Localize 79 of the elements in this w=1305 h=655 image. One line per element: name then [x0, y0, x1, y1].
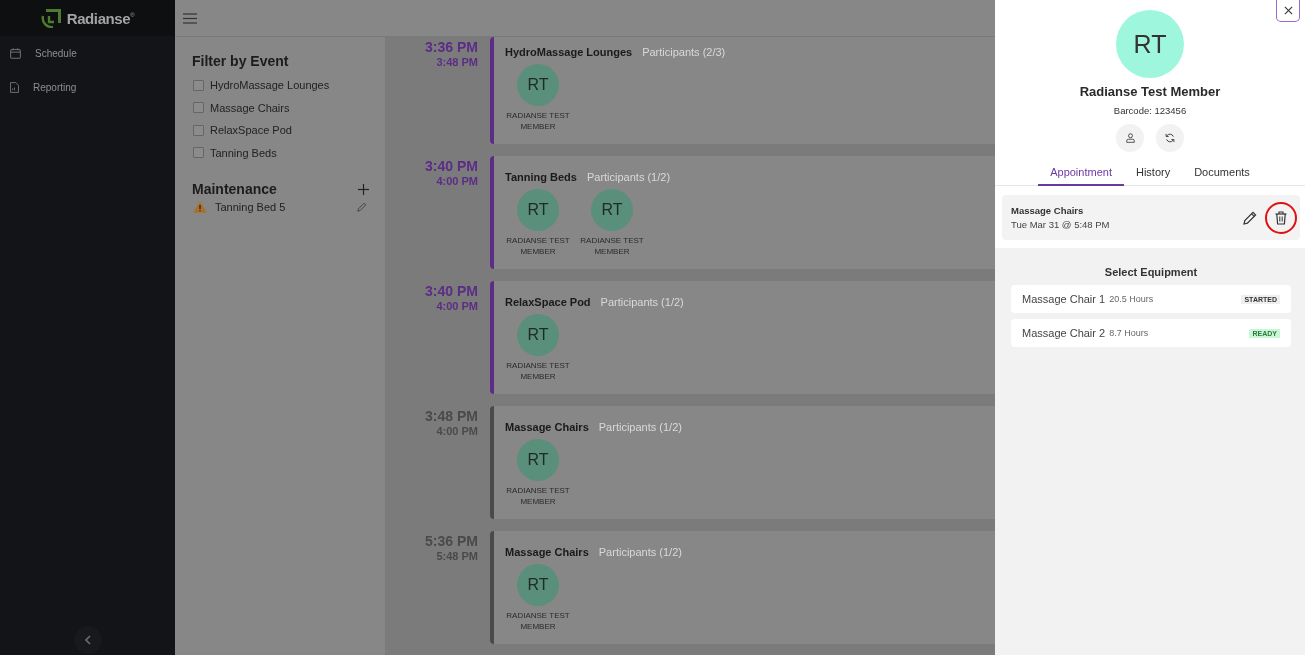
equipment-hours: 8.7 Hours	[1109, 328, 1149, 338]
delete-button[interactable]	[1265, 201, 1297, 234]
nav-item[interactable]: Reporting	[0, 70, 175, 104]
chevron-left-icon	[84, 635, 91, 645]
event-title: RelaxSpace Pod	[505, 295, 591, 310]
section-title: Select Equipment	[1103, 266, 1199, 278]
member-avatar[interactable]: RT	[517, 64, 559, 106]
document-icon	[10, 81, 19, 93]
end-time: 4:00 PM	[436, 299, 478, 313]
member-avatar[interactable]: RT	[517, 439, 559, 481]
participant-count: Participants (2/3)	[642, 45, 726, 60]
plus-icon	[358, 183, 369, 195]
tab[interactable]: Documents	[1182, 161, 1262, 186]
member-avatar[interactable]: RT	[517, 314, 559, 356]
event-title: Massage Chairs	[505, 420, 589, 435]
pencil-icon	[1243, 210, 1257, 225]
member-name: RADIANSE TEST MEMBER	[505, 610, 571, 632]
equipment-name: Massage Chair 1	[1022, 293, 1106, 305]
pencil-icon	[357, 202, 367, 212]
refresh-icon	[1165, 133, 1175, 143]
close-button[interactable]	[1276, 0, 1300, 22]
checkbox[interactable]	[193, 79, 204, 91]
warning-icon	[193, 201, 207, 213]
member-name: Radianse Test Member	[1079, 84, 1221, 100]
event-title: Massage Chairs	[505, 545, 589, 560]
checkbox[interactable]	[193, 124, 204, 136]
calendar-icon	[10, 47, 21, 59]
appointment-card[interactable]: Tanning Beds Participants (1/2) RT RADIANSE TEST MEMBER RT RADIANSE TEST MEMBER	[490, 156, 995, 269]
event-title: Tanning Beds	[505, 170, 577, 185]
participant-count: Participants (1/2)	[586, 170, 671, 185]
maintenance-item-label: Tanning Bed 5	[215, 201, 286, 213]
member-name: RADIANSE TEST MEMBER	[505, 485, 571, 507]
member-name: RADIANSE TEST MEMBER	[505, 235, 571, 257]
barcode-text: Barcode: 123456	[1113, 105, 1187, 117]
member-name: RADIANSE TEST MEMBER	[579, 235, 645, 257]
section-title: Filter by Event	[192, 52, 290, 70]
menu-icon	[183, 12, 197, 24]
start-time: 3:36 PM	[425, 39, 478, 55]
checkbox[interactable]	[193, 102, 204, 114]
member-avatar: RT	[1116, 10, 1184, 78]
participant-count: Participants (1/2)	[598, 420, 682, 435]
participant-count: Participants (1/2)	[600, 295, 684, 310]
member-avatar[interactable]: RT	[517, 189, 559, 231]
appointment-card[interactable]: RelaxSpace Pod Participants (1/2) RT RADIANSE TEST MEMBER	[490, 281, 995, 394]
appointment-card[interactable]: Massage Chairs Participants (1/2) RT RADIANSE TEST MEMBER	[490, 406, 995, 519]
profile-button[interactable]	[1116, 124, 1144, 152]
collapse-button[interactable]	[73, 626, 102, 654]
event-title: HydroMassage Lounges	[505, 45, 633, 60]
filter-option-label[interactable]: Massage Chairs	[210, 101, 290, 114]
appointment-time: Tue Mar 31 @ 5:48 PM	[1011, 219, 1111, 230]
member-name: RADIANSE TEST MEMBER	[505, 360, 571, 382]
section-title: Maintenance	[192, 180, 277, 198]
filter-option-label[interactable]: HydroMassage Lounges	[210, 79, 330, 92]
appointment-title: Massage Chairs	[1011, 205, 1085, 216]
start-time: 3:40 PM	[425, 283, 478, 299]
appointment-card[interactable]: HydroMassage Lounges Participants (2/3) RT RADIANSE TEST MEMBER	[490, 37, 995, 144]
tab[interactable]: Appointment	[1038, 161, 1124, 186]
member-avatar[interactable]: RT	[517, 564, 559, 606]
equipment-hours: 20.5 Hours	[1109, 294, 1154, 304]
participant-count: Participants (1/2)	[598, 545, 682, 560]
equipment-name: Massage Chair 2	[1022, 327, 1106, 339]
checkbox[interactable]	[193, 147, 204, 159]
member-avatar[interactable]: RT	[591, 189, 633, 231]
member-name: RADIANSE TEST MEMBER	[505, 110, 571, 132]
person-icon	[1125, 133, 1135, 143]
start-time: 3:40 PM	[425, 158, 478, 174]
end-time: 3:48 PM	[436, 55, 478, 69]
trash-icon	[1275, 210, 1287, 225]
close-icon	[1283, 6, 1293, 15]
add-button[interactable]	[358, 183, 369, 195]
logo-icon	[40, 8, 63, 28]
filter-option-label[interactable]: Tanning Beds	[210, 146, 277, 159]
nav-item[interactable]: Schedule	[0, 36, 175, 70]
refresh-button[interactable]	[1156, 124, 1184, 152]
appointment-card[interactable]: Massage Chairs Participants (1/2) RT RADIANSE TEST MEMBER	[490, 531, 995, 644]
filter-option-label[interactable]: RelaxSpace Pod	[210, 124, 292, 137]
logo-text: Radianse$^{®}$	[66, 9, 135, 27]
tab[interactable]: History	[1123, 161, 1183, 186]
end-time: 4:00 PM	[436, 174, 478, 188]
